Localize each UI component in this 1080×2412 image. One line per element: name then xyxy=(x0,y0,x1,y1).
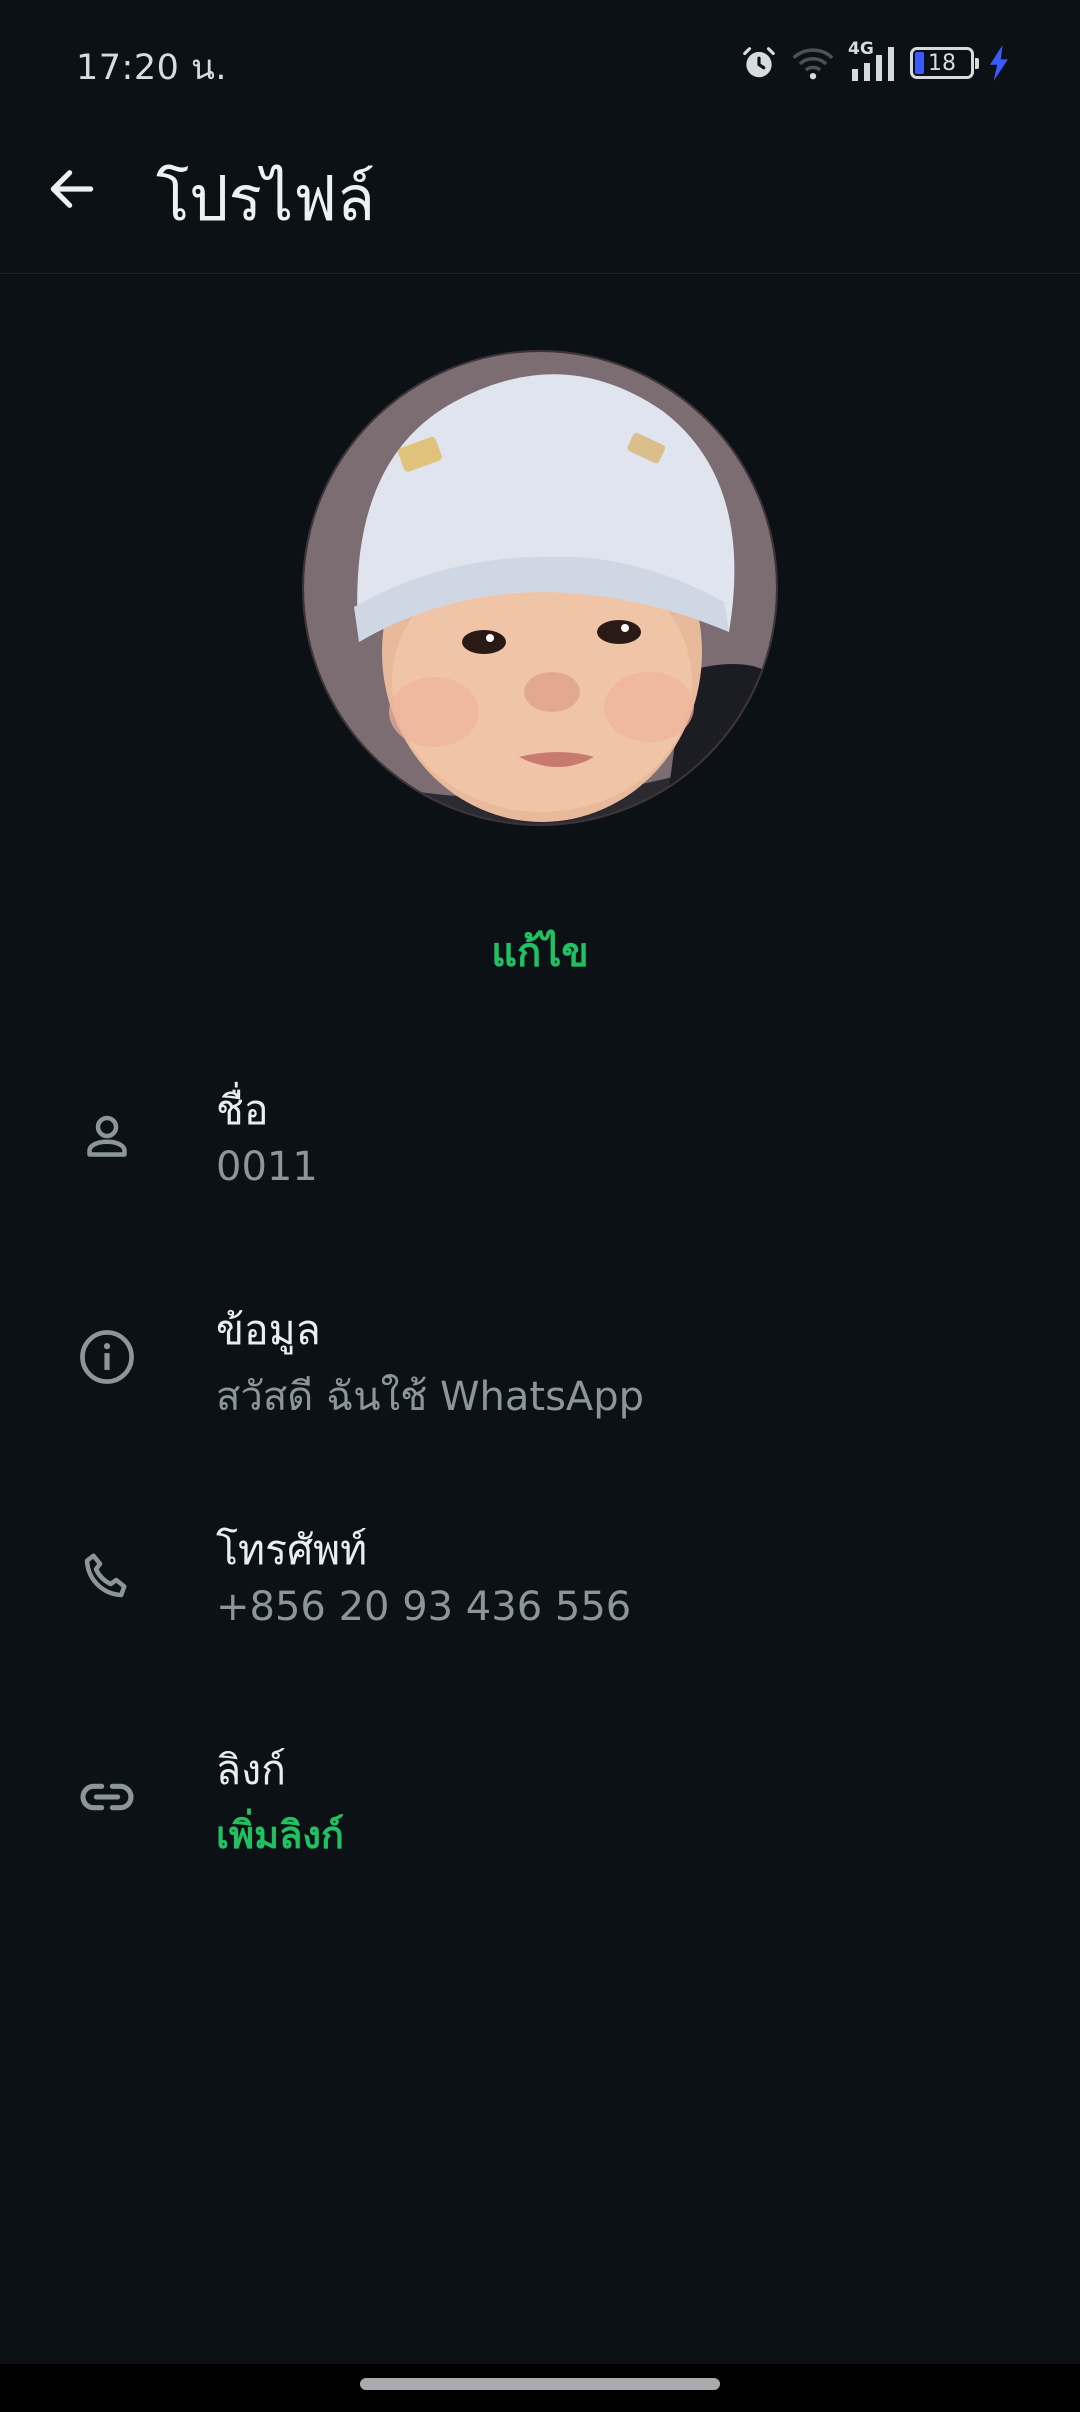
name-value: 0011 xyxy=(216,1144,318,1190)
link-icon xyxy=(72,1762,142,1832)
wifi-icon xyxy=(792,48,834,80)
links-row[interactable]: ลิงก์ เพิ่มลิงก์ xyxy=(0,1710,1080,1890)
status-bar: 17:20 น. 4G 18 xyxy=(0,0,1080,120)
about-row[interactable]: ข้อมูล สวัสดี ฉันใช้ WhatsApp xyxy=(0,1270,1080,1450)
status-time: 17:20 น. xyxy=(76,48,228,88)
battery-icon: 18 xyxy=(910,47,979,79)
person-icon xyxy=(72,1102,142,1172)
arrow-left-icon xyxy=(50,170,94,208)
edit-photo-link[interactable]: แก้ไข xyxy=(0,920,1080,984)
phone-label: โทรศัพท์ xyxy=(216,1526,368,1574)
phone-value: +856 20 93 436 556 xyxy=(216,1584,632,1630)
charging-icon xyxy=(990,45,1008,81)
phone-row[interactable]: โทรศัพท์ +856 20 93 436 556 xyxy=(0,1490,1080,1670)
app-bar: โปรไฟล์ xyxy=(0,120,1080,274)
page-title: โปรไฟล์ xyxy=(156,162,376,235)
navigation-bar xyxy=(0,2364,1080,2412)
info-icon xyxy=(72,1322,142,1392)
alarm-icon xyxy=(743,47,775,78)
about-value: สวัสดี ฉันใช้ WhatsApp xyxy=(216,1374,645,1420)
links-label: ลิงก์ xyxy=(216,1746,286,1794)
home-gesture-pill[interactable] xyxy=(360,2378,720,2390)
status-icons: 4G 18 xyxy=(740,38,1010,88)
battery-level: 18 xyxy=(928,50,956,76)
about-label: ข้อมูล xyxy=(216,1306,321,1354)
phone-icon xyxy=(72,1542,142,1612)
profile-photo[interactable] xyxy=(302,350,778,826)
back-button[interactable] xyxy=(36,153,108,225)
name-row[interactable]: ชื่อ 0011 xyxy=(0,1050,1080,1230)
name-label: ชื่อ xyxy=(216,1086,269,1134)
signal-icon: 4G xyxy=(848,39,896,83)
add-link-button[interactable]: เพิ่มลิงก์ xyxy=(216,1804,344,1865)
